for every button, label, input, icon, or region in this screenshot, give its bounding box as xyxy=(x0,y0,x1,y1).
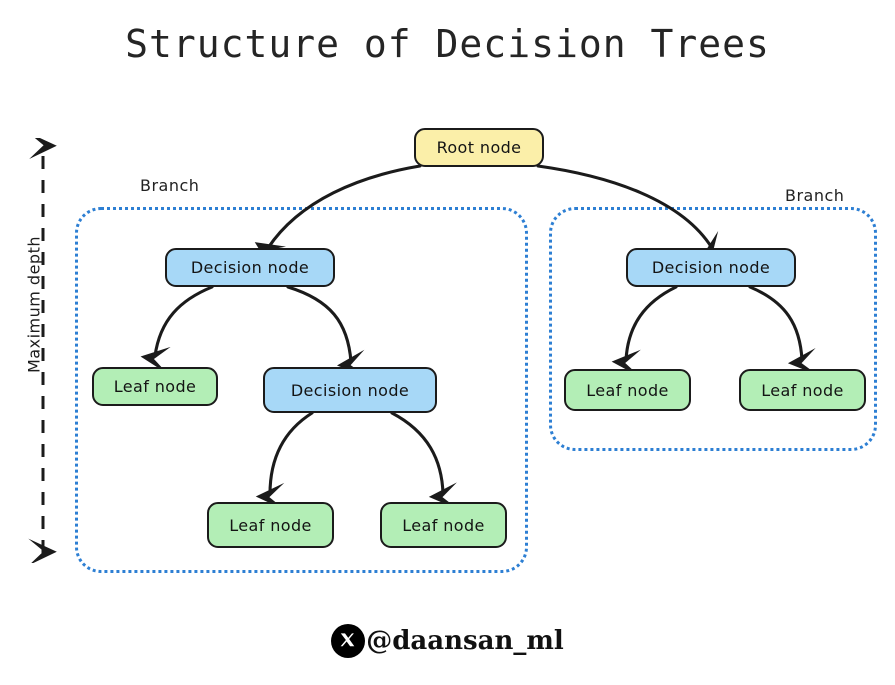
node-leaf-left-2[interactable]: Leaf node xyxy=(207,502,334,548)
branch-label-left: Branch xyxy=(140,176,200,195)
node-decision-right-1[interactable]: Decision node xyxy=(626,248,796,287)
node-leaf-left-1[interactable]: Leaf node xyxy=(92,367,218,406)
footer-credit: @daansan_ml xyxy=(0,624,895,658)
page-title: Structure of Decision Trees xyxy=(125,22,770,66)
maximum-depth-label: Maximum depth xyxy=(24,236,44,373)
diagram-canvas: Structure of Decision Trees Branch Branc… xyxy=(0,0,895,685)
branch-label-right: Branch xyxy=(785,186,845,205)
node-leaf-right-1[interactable]: Leaf node xyxy=(564,369,691,411)
node-decision-left-1[interactable]: Decision node xyxy=(165,248,335,287)
x-twitter-icon xyxy=(331,624,366,658)
branch-container-right xyxy=(549,207,877,451)
social-handle: @daansan_ml xyxy=(366,626,564,656)
node-root[interactable]: Root node xyxy=(414,128,544,167)
node-decision-left-2[interactable]: Decision node xyxy=(263,367,437,413)
node-leaf-left-3[interactable]: Leaf node xyxy=(380,502,507,548)
node-leaf-right-2[interactable]: Leaf node xyxy=(739,369,866,411)
